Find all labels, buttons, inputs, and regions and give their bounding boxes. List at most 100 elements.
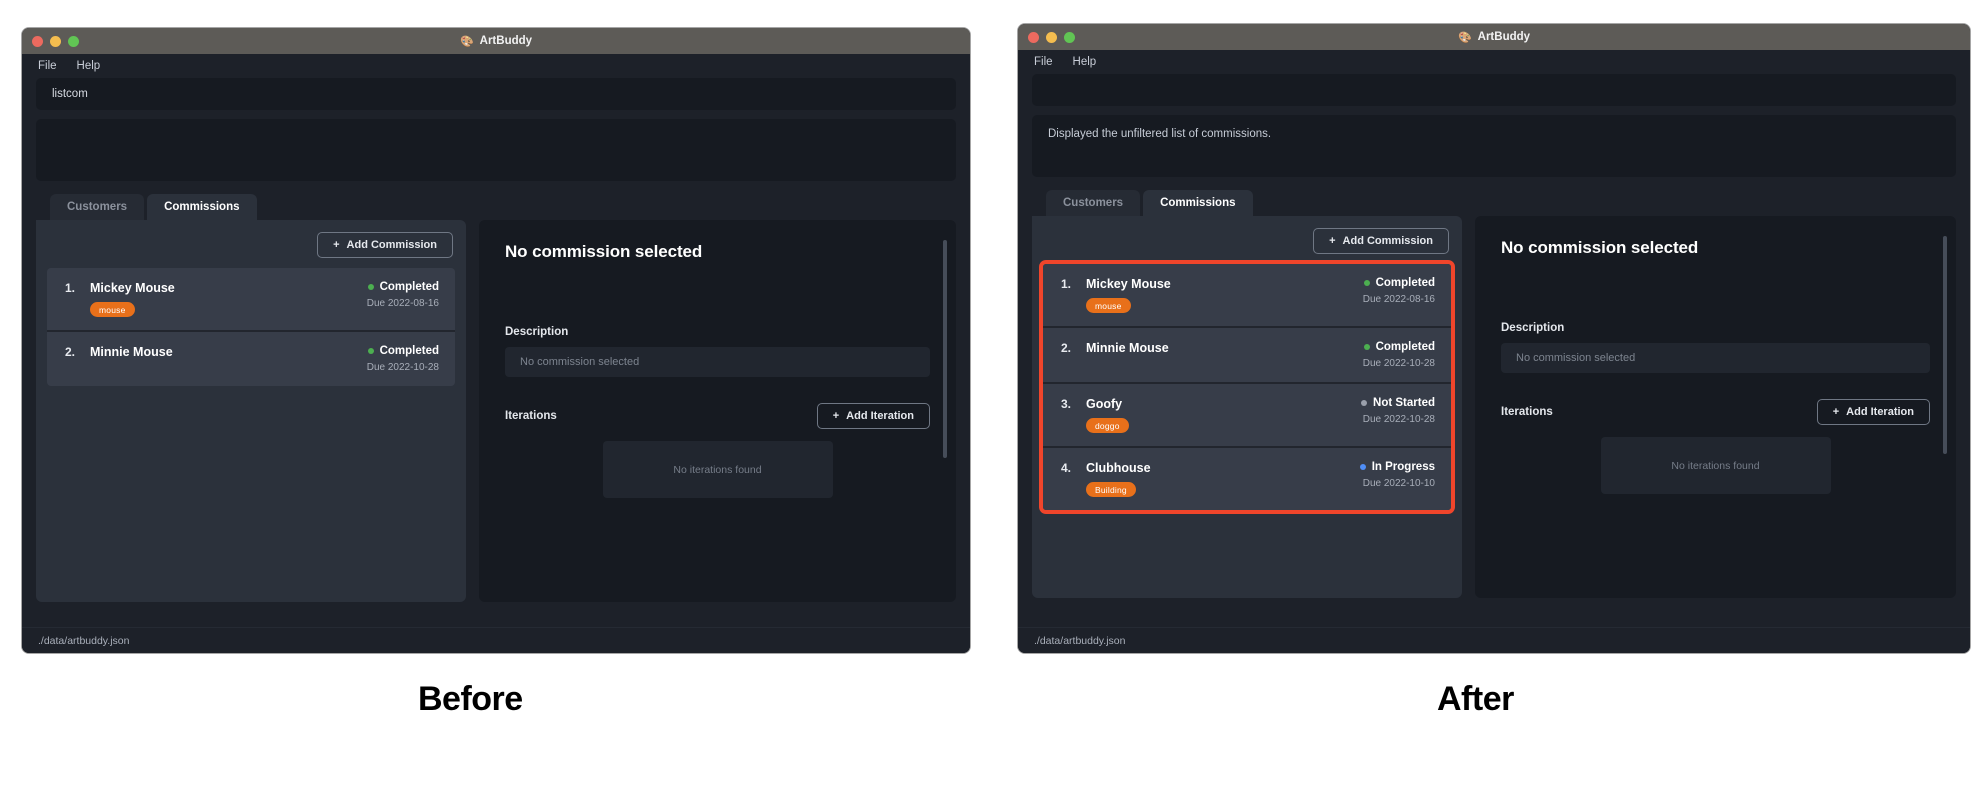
description-field[interactable]: No commission selected	[1501, 343, 1930, 373]
before-command-value: listcom	[52, 88, 88, 100]
after-commissions-pane: + Add Commission 1. Mickey Mouse mouse C…	[1032, 216, 1462, 598]
add-commission-label: Add Commission	[346, 239, 437, 251]
add-commission-button[interactable]: + Add Commission	[1313, 228, 1449, 254]
after-tabstrip: Customers Commissions	[1032, 190, 1956, 216]
description-label: Description	[505, 326, 569, 338]
detail-scrollbar[interactable]	[943, 240, 947, 458]
row-due-date: Due 2022-08-16	[1362, 294, 1435, 305]
iterations-label: Iterations	[1501, 406, 1553, 418]
status-badge: Completed	[1363, 277, 1435, 289]
status-dot-icon	[1363, 344, 1370, 350]
after-menubar: File Help	[1018, 50, 1970, 74]
before-statusbar: ./data/artbuddy.json	[22, 627, 970, 653]
table-row[interactable]: 4. Clubhouse Building In Progress Due 20…	[1043, 446, 1451, 510]
before-panes: + Add Commission 1. Mickey Mouse mouse C…	[36, 220, 956, 602]
menu-item-file[interactable]: File	[38, 60, 57, 72]
table-row[interactable]: 2. Minnie Mouse Completed Due 2022-10-28	[1043, 326, 1451, 382]
description-field[interactable]: No commission selected	[505, 347, 930, 377]
after-command-input[interactable]	[1032, 74, 1956, 106]
table-row[interactable]: 1. Mickey Mouse mouse Completed Due 2022…	[1043, 264, 1451, 326]
row-nameline: 1. Mickey Mouse	[65, 281, 175, 295]
plus-icon: +	[1329, 235, 1336, 247]
iterations-empty-state: No iterations found	[602, 441, 833, 498]
tab-commissions[interactable]: Commissions	[147, 194, 257, 220]
row-due-date: Due 2022-10-28	[1362, 414, 1435, 425]
before-commission-list: 1. Mickey Mouse mouse Completed Due 2022…	[47, 268, 455, 386]
tab-customers[interactable]: Customers	[50, 194, 145, 220]
detail-scrollbar[interactable]	[1943, 236, 1947, 454]
row-name: Goofy	[1086, 397, 1123, 411]
after-panes: + Add Commission 1. Mickey Mouse mouse C…	[1032, 216, 1956, 598]
menu-item-help[interactable]: Help	[1073, 56, 1097, 68]
menu-item-help[interactable]: Help	[77, 60, 101, 72]
row-main: 2. Minnie Mouse	[65, 345, 173, 359]
row-main: 3. Goofy doggo	[1061, 397, 1129, 433]
before-titlebar: 🎨 ArtBuddy	[22, 28, 970, 54]
row-index: 4.	[1061, 461, 1072, 475]
before-window: 🎨 ArtBuddy File Help listcom Customers C…	[22, 28, 970, 653]
row-index: 1.	[1061, 277, 1072, 291]
row-due-date: Due 2022-10-28	[366, 362, 439, 373]
after-toolbar: + Add Commission	[1043, 226, 1451, 264]
status-label: Completed	[1375, 277, 1435, 289]
row-name: Mickey Mouse	[1086, 277, 1171, 291]
before-menubar: File Help	[22, 54, 970, 78]
add-iteration-label: Add Iteration	[846, 410, 914, 422]
add-commission-button[interactable]: + Add Commission	[317, 232, 453, 258]
plus-icon: +	[1832, 406, 1840, 418]
status-label: In Progress	[1371, 461, 1435, 473]
iterations-body: No iterations found	[505, 441, 930, 498]
row-name: Minnie Mouse	[1086, 341, 1169, 355]
palette-icon: 🎨	[459, 35, 474, 48]
tab-commissions[interactable]: Commissions	[1143, 190, 1253, 216]
before-tabstrip: Customers Commissions	[36, 194, 956, 220]
row-name: Minnie Mouse	[90, 345, 173, 359]
before-toolbar: + Add Commission	[47, 230, 455, 268]
iterations-body: No iterations found	[1501, 437, 1930, 494]
before-commissions-pane: + Add Commission 1. Mickey Mouse mouse C…	[36, 220, 466, 602]
row-meta: Completed Due 2022-08-16	[1363, 277, 1435, 305]
iterations-header: Iterations + Add Iteration	[1501, 399, 1930, 425]
row-nameline: 2. Minnie Mouse	[1061, 341, 1169, 355]
status-label: Completed	[379, 345, 439, 357]
minimize-button[interactable]	[50, 35, 61, 47]
row-name: Mickey Mouse	[90, 281, 175, 295]
before-window-title: 🎨 ArtBuddy	[22, 35, 970, 48]
row-due-date: Due 2022-10-10	[1362, 478, 1435, 489]
before-traffic-lights	[22, 35, 79, 47]
plus-icon: +	[333, 239, 340, 251]
iterations-label: Iterations	[505, 410, 557, 422]
row-index: 2.	[65, 345, 76, 359]
close-button[interactable]	[1028, 31, 1039, 43]
table-row[interactable]: 2. Minnie Mouse Completed Due 2022-10-28	[47, 330, 455, 386]
minimize-button[interactable]	[1046, 31, 1057, 43]
after-detail-pane: No commission selected Description No co…	[1475, 216, 1956, 598]
row-meta: Completed Due 2022-10-28	[1363, 341, 1435, 369]
zoom-button[interactable]	[68, 35, 79, 47]
row-name: Clubhouse	[1086, 461, 1151, 475]
table-row[interactable]: 1. Mickey Mouse mouse Completed Due 2022…	[47, 268, 455, 330]
row-index: 3.	[1061, 397, 1072, 411]
before-body: listcom Customers Commissions + Add Comm…	[22, 78, 970, 602]
before-command-input[interactable]: listcom	[36, 78, 956, 110]
row-tag: doggo	[1086, 418, 1129, 433]
close-button[interactable]	[32, 35, 43, 47]
table-row[interactable]: 3. Goofy doggo Not Started Due 2022-10-2…	[1043, 382, 1451, 446]
row-index: 1.	[65, 281, 76, 295]
detail-title: No commission selected	[505, 242, 703, 261]
iterations-empty-state: No iterations found	[1600, 437, 1831, 494]
status-badge: Not Started	[1361, 397, 1435, 409]
palette-icon: 🎨	[1457, 31, 1472, 44]
after-title-text: ArtBuddy	[1477, 31, 1531, 43]
status-dot-icon	[367, 284, 374, 290]
tab-customers[interactable]: Customers	[1046, 190, 1141, 216]
after-statusbar: ./data/artbuddy.json	[1018, 627, 1970, 653]
row-meta: Completed Due 2022-08-16	[367, 281, 439, 309]
status-dot-icon	[1363, 280, 1370, 286]
add-iteration-button[interactable]: + Add Iteration	[816, 403, 930, 429]
status-label: Completed	[1375, 341, 1435, 353]
menu-item-file[interactable]: File	[1034, 56, 1053, 68]
add-iteration-button[interactable]: + Add Iteration	[1816, 399, 1930, 425]
row-main: 1. Mickey Mouse mouse	[1061, 277, 1171, 313]
zoom-button[interactable]	[1064, 31, 1075, 43]
